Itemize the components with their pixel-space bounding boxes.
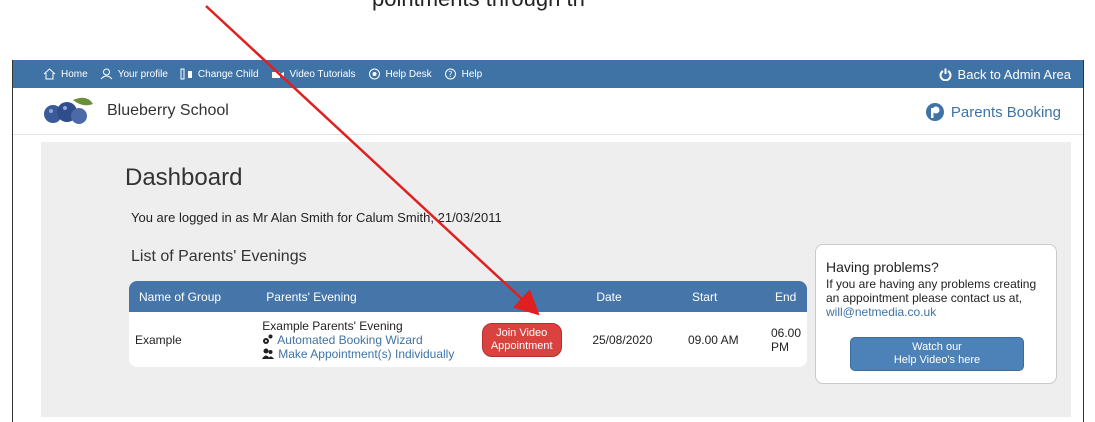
cell-date: 25/08/2020 — [592, 332, 653, 347]
cell-action: Join Video Appointment — [476, 312, 587, 367]
top-nav: Home Your profile Change Child Video Tut… — [13, 68, 494, 80]
nav-your-profile[interactable]: Your profile — [100, 68, 168, 80]
browser-frame: Home Your profile Change Child Video Tut… — [12, 60, 1084, 422]
caption-text: pointments through th — [372, 0, 585, 12]
nav-help[interactable]: ? Help — [444, 68, 483, 80]
col-header-action — [476, 281, 587, 312]
blueberry-logo — [44, 97, 93, 124]
automated-booking-wizard-label: Automated Booking Wizard — [277, 332, 423, 347]
nav-change-child[interactable]: Change Child — [180, 68, 259, 80]
helpdesk-icon — [368, 68, 380, 80]
top-caption: pointments through th — [0, 0, 1095, 58]
help-icon: ? — [444, 68, 456, 80]
back-to-admin-link[interactable]: Back to Admin Area — [939, 60, 1071, 88]
col-header-end: End — [774, 289, 797, 304]
nav-home-label: Home — [61, 68, 88, 80]
nav-your-profile-label: Your profile — [117, 68, 168, 80]
join-label-line2: Appointment — [490, 339, 553, 352]
help-title: Having problems? — [826, 259, 939, 275]
home-icon — [43, 68, 56, 80]
watch-help-video-button[interactable]: Watch our Help Video's here — [850, 337, 1024, 371]
evening-name: Example Parents' Evening — [262, 318, 403, 333]
power-icon — [939, 68, 952, 81]
table-row: Example Example Parents' Evening Automat… — [129, 312, 807, 367]
video-icon — [271, 72, 284, 78]
list-title: List of Parents' Evenings — [131, 248, 307, 265]
help-button-line2: Help Video's here — [893, 354, 981, 366]
parents-booking-brand: Parents Booking — [925, 102, 1061, 122]
join-video-appointment-button[interactable]: Join Video Appointment — [481, 322, 562, 357]
dashboard-content: Dashboard You are logged in as Mr Alan S… — [41, 142, 1071, 417]
logged-in-text: You are logged in as Mr Alan Smith for C… — [131, 210, 502, 225]
nav-video-tutorials[interactable]: Video Tutorials — [271, 68, 356, 80]
help-text-body: If you are having any problems creating … — [826, 277, 1037, 305]
make-appointment-label: Make Appointment(s) Individually — [278, 346, 455, 361]
users-icon — [262, 348, 275, 359]
help-box: Having problems? If you are having any p… — [815, 244, 1057, 384]
nav-video-tutorials-label: Video Tutorials — [289, 68, 356, 80]
parents-booking-logo-icon — [925, 103, 944, 121]
svg-text:?: ? — [448, 70, 452, 79]
back-to-admin-label: Back to Admin Area — [957, 66, 1071, 82]
make-appointment-link[interactable]: Make Appointment(s) Individually — [262, 347, 470, 361]
cell-group: Example — [135, 332, 182, 347]
table-header-row: Name of Group Parents' Evening Date Star… — [129, 281, 807, 312]
cell-evening: Example Parents' Evening Automated Booki… — [256, 312, 476, 367]
school-header: Blueberry School Parents Booking — [13, 88, 1083, 135]
top-nav-bar: Home Your profile Change Child Video Tut… — [13, 60, 1083, 88]
cell-start: 09.00 AM — [687, 332, 739, 347]
join-label-line1: Join Video — [496, 326, 548, 339]
nav-change-child-label: Change Child — [197, 68, 259, 80]
help-email-link[interactable]: will@netmedia.co.uk — [826, 305, 936, 319]
nav-help-label: Help — [461, 68, 483, 80]
nav-help-desk-label: Help Desk — [385, 68, 432, 80]
cell-end: 06.00 PM — [770, 325, 801, 354]
nav-help-desk[interactable]: Help Desk — [368, 68, 432, 80]
col-header-evening: Parents' Evening — [266, 289, 357, 304]
col-header-start: Start — [691, 289, 718, 304]
change-child-icon — [180, 68, 192, 80]
automated-booking-wizard-link[interactable]: Automated Booking Wizard — [262, 333, 470, 347]
evenings-table: Name of Group Parents' Evening Date Star… — [129, 281, 807, 367]
help-button-line1: Watch our — [912, 341, 962, 353]
col-header-date: Date — [596, 289, 622, 304]
brand-name: Parents Booking — [950, 103, 1061, 121]
school-name: Blueberry School — [107, 102, 229, 119]
page-title: Dashboard — [125, 164, 243, 191]
gears-icon — [263, 334, 273, 344]
nav-home[interactable]: Home — [43, 68, 88, 80]
col-header-group: Name of Group — [139, 289, 222, 304]
help-text: If you are having any problems creating … — [826, 277, 1052, 319]
user-icon — [100, 68, 113, 80]
